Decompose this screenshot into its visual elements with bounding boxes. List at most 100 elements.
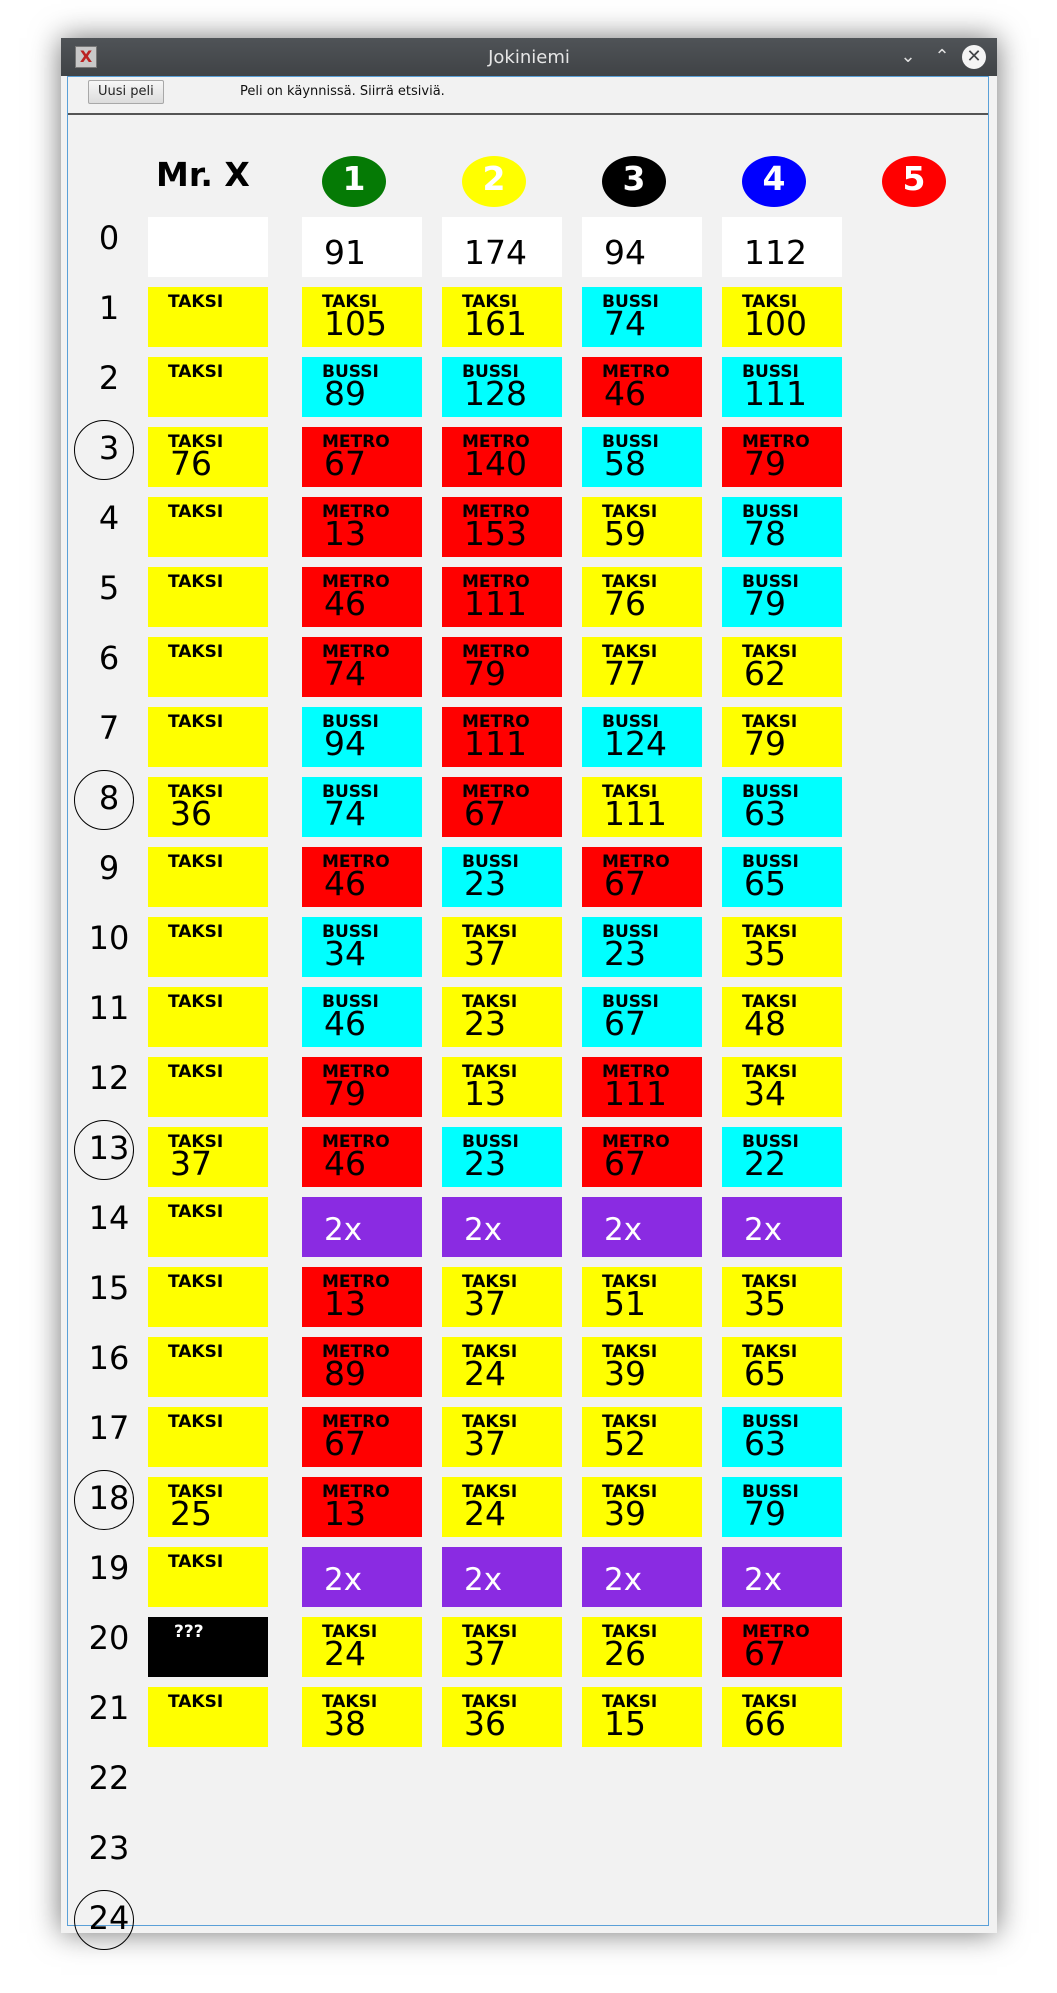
mrx-move-cell: TAKSI 25 bbox=[148, 1477, 268, 1537]
maximize-icon[interactable]: ⌃ bbox=[929, 44, 955, 70]
location-number: 25 bbox=[170, 1494, 212, 1533]
detective-4-move-cell: 2x bbox=[722, 1547, 842, 1607]
detective-2-move-cell: TAKSI 161 bbox=[442, 287, 562, 347]
detective-4-move-cell: TAKSI 35 bbox=[722, 917, 842, 977]
detective-1-move-cell: BUSSI 34 bbox=[302, 917, 422, 977]
detective-4-move-cell: TAKSI 48 bbox=[722, 987, 842, 1047]
status-text: Peli on käynnissä. Siirrä etsiviä. bbox=[240, 84, 445, 99]
detective-badge-4[interactable]: 4 bbox=[742, 156, 806, 207]
location-number: 36 bbox=[170, 794, 212, 833]
location-number: 124 bbox=[604, 724, 667, 763]
location-number: 15 bbox=[604, 1704, 646, 1743]
mrx-move-cell: TAKSI bbox=[148, 1337, 268, 1397]
ticket-type: TAKSI bbox=[168, 712, 224, 732]
location-number: 79 bbox=[744, 1494, 786, 1533]
mrx-move-cell: TAKSI bbox=[148, 637, 268, 697]
detective-1-move-cell: BUSSI 89 bbox=[302, 357, 422, 417]
detective-2-move-cell: METRO 79 bbox=[442, 637, 562, 697]
location-number: 128 bbox=[464, 374, 527, 413]
location-number: 37 bbox=[464, 934, 506, 973]
mrx-move-cell: TAKSI bbox=[148, 847, 268, 907]
location-number: 23 bbox=[604, 934, 646, 973]
start-location: 112 bbox=[744, 233, 807, 272]
minimize-icon[interactable]: ⌄ bbox=[895, 44, 921, 70]
detective-2-move-cell: TAKSI 37 bbox=[442, 1617, 562, 1677]
detective-badge-3[interactable]: 3 bbox=[602, 156, 666, 207]
location-number: 111 bbox=[464, 584, 527, 623]
close-icon[interactable]: ✕ bbox=[962, 45, 986, 69]
location-number: 74 bbox=[604, 304, 646, 343]
location-number: 111 bbox=[464, 724, 527, 763]
detective-3-move-cell: BUSSI 74 bbox=[582, 287, 702, 347]
location-number: 36 bbox=[464, 1704, 506, 1743]
mrx-move-cell: TAKSI 37 bbox=[148, 1127, 268, 1187]
detective-4-move-cell: 2x bbox=[722, 1197, 842, 1257]
toolbar: Uusi peli Peli on käynnissä. Siirrä etsi… bbox=[68, 77, 988, 115]
double-move-marker: 2x bbox=[744, 1212, 783, 1248]
detective-1-move-cell: BUSSI 74 bbox=[302, 777, 422, 837]
location-number: 100 bbox=[744, 304, 807, 343]
location-number: 37 bbox=[170, 1144, 212, 1183]
ticket-type: TAKSI bbox=[168, 1202, 224, 1222]
location-number: 13 bbox=[464, 1074, 506, 1113]
detective-4-move-cell: BUSSI 79 bbox=[722, 567, 842, 627]
detective-3-move-cell: METRO 111 bbox=[582, 1057, 702, 1117]
double-move-marker: 2x bbox=[604, 1562, 643, 1598]
mrx-move-cell: TAKSI bbox=[148, 1267, 268, 1327]
detective-1-move-cell: METRO 46 bbox=[302, 567, 422, 627]
location-number: 67 bbox=[744, 1634, 786, 1673]
location-number: 78 bbox=[744, 514, 786, 553]
detective-2-move-cell: BUSSI 23 bbox=[442, 1127, 562, 1187]
detective-1-move-cell: METRO 13 bbox=[302, 1477, 422, 1537]
location-number: 62 bbox=[744, 654, 786, 693]
location-number: 63 bbox=[744, 794, 786, 833]
detective-3-move-cell: BUSSI 124 bbox=[582, 707, 702, 767]
location-number: 24 bbox=[324, 1634, 366, 1673]
detective-2-move-cell: METRO 111 bbox=[442, 567, 562, 627]
location-number: 79 bbox=[744, 584, 786, 623]
mrx-move-cell: TAKSI bbox=[148, 1407, 268, 1467]
location-number: 37 bbox=[464, 1284, 506, 1323]
location-number: 140 bbox=[464, 444, 527, 483]
detective-3-move-cell: BUSSI 67 bbox=[582, 987, 702, 1047]
detective-4-move-cell: TAKSI 100 bbox=[722, 287, 842, 347]
detective-2-move-cell: TAKSI 37 bbox=[442, 917, 562, 977]
detective-4-move-cell: TAKSI 35 bbox=[722, 1267, 842, 1327]
mrx-move-cell: TAKSI 76 bbox=[148, 427, 268, 487]
location-number: 111 bbox=[604, 1074, 667, 1113]
location-number: 37 bbox=[464, 1634, 506, 1673]
location-number: 65 bbox=[744, 864, 786, 903]
detective-4-move-cell: TAKSI 62 bbox=[722, 637, 842, 697]
location-number: 63 bbox=[744, 1424, 786, 1463]
detective-4-move-cell: TAKSI 66 bbox=[722, 1687, 842, 1747]
location-number: 35 bbox=[744, 934, 786, 973]
location-number: 35 bbox=[744, 1284, 786, 1323]
location-number: 13 bbox=[324, 1494, 366, 1533]
ticket-type: TAKSI bbox=[168, 572, 224, 592]
detective-4-move-cell: BUSSI 111 bbox=[722, 357, 842, 417]
ticket-type: TAKSI bbox=[168, 642, 224, 662]
start-location: 174 bbox=[464, 233, 527, 272]
location-number: 34 bbox=[744, 1074, 786, 1113]
detective-4-move-cell: METRO 67 bbox=[722, 1617, 842, 1677]
location-number: 39 bbox=[604, 1494, 646, 1533]
location-number: 161 bbox=[464, 304, 527, 343]
detective-badge-1[interactable]: 1 bbox=[322, 156, 386, 207]
round-number: 24 bbox=[88, 1899, 130, 1937]
detective-badge-5[interactable]: 5 bbox=[882, 156, 946, 207]
mrx-column-title: Mr. X bbox=[156, 155, 250, 194]
ticket-type: TAKSI bbox=[168, 1062, 224, 1082]
location-number: 22 bbox=[744, 1144, 786, 1183]
double-move-marker: 2x bbox=[464, 1212, 503, 1248]
start-location: 94 bbox=[604, 233, 646, 272]
location-number: 51 bbox=[604, 1284, 646, 1323]
detective-3-move-cell: 2x bbox=[582, 1197, 702, 1257]
detective-badge-2[interactable]: 2 bbox=[462, 156, 526, 207]
detective-1-move-cell: METRO 74 bbox=[302, 637, 422, 697]
new-game-button[interactable]: Uusi peli bbox=[88, 80, 164, 104]
title-bar[interactable]: X Jokiniemi ⌄ ⌃ ✕ bbox=[61, 38, 997, 76]
mrx-move-cell: TAKSI bbox=[148, 707, 268, 767]
detective-1-move-cell: METRO 13 bbox=[302, 497, 422, 557]
mrx-move-cell: TAKSI 36 bbox=[148, 777, 268, 837]
location-number: 111 bbox=[744, 374, 807, 413]
